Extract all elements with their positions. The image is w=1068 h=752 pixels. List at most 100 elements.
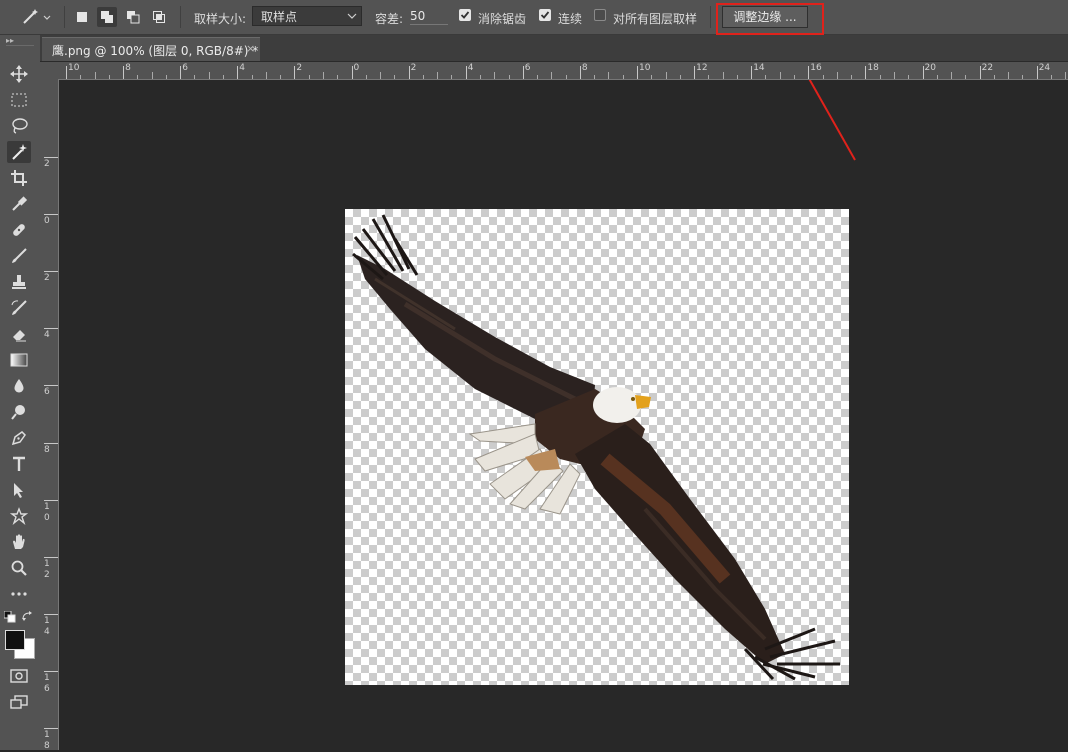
ruler-minor-tick	[265, 72, 267, 79]
ruler-tick-label: 8	[581, 63, 588, 73]
ruler-tick-label: 16	[810, 63, 822, 73]
marquee-tool-icon[interactable]	[7, 89, 31, 111]
crop-tool-icon[interactable]	[7, 167, 31, 189]
clone-stamp-tool-icon[interactable]	[7, 271, 31, 293]
close-tab-icon[interactable]: ×	[246, 42, 255, 55]
ruler-tick	[694, 66, 696, 79]
ruler-tick-label: 16	[44, 672, 50, 694]
ruler-tick	[408, 66, 410, 79]
new-selection-icon[interactable]	[72, 7, 92, 27]
ruler-minor-tick	[651, 75, 653, 79]
magic-wand-tool-preset-icon[interactable]	[20, 7, 54, 27]
blur-tool-icon[interactable]	[7, 375, 31, 397]
gradient-tool-icon[interactable]	[7, 349, 31, 371]
horizontal-ruler[interactable]: 10 8 6 4 2 0 2 4 6 8 10 12 14 16 18 20 22 24	[58, 62, 1068, 80]
tolerance-input[interactable]: 50	[410, 9, 448, 25]
document-tab[interactable]: 鹰.png @ 100% (图层 0, RGB/8#) * ×	[42, 37, 260, 61]
ruler-tick	[237, 66, 239, 79]
ruler-tick-label: 10	[44, 501, 50, 523]
ruler-tick-label: 24	[1038, 63, 1051, 73]
ruler-minor-tick	[622, 75, 624, 79]
ruler-minor-tick	[822, 75, 824, 79]
lasso-tool-icon[interactable]	[7, 115, 31, 137]
ruler-tick-label: 2	[44, 273, 50, 284]
anti-alias-checkbox[interactable]	[459, 9, 471, 21]
ruler-tick	[180, 66, 182, 79]
subtract-from-selection-icon[interactable]	[123, 7, 143, 27]
ruler-tick-label: 0	[353, 63, 360, 73]
screen-mode-icon[interactable]	[7, 691, 31, 713]
move-tool-icon[interactable]	[7, 63, 31, 85]
ruler-minor-tick	[565, 75, 567, 79]
quick-mask-icon[interactable]	[7, 665, 31, 687]
document-canvas[interactable]	[345, 209, 849, 685]
ruler-minor-tick	[280, 75, 282, 79]
ruler-minor-tick	[479, 75, 481, 79]
history-brush-tool-icon[interactable]	[7, 297, 31, 319]
zoom-tool-icon[interactable]	[7, 557, 31, 579]
ruler-tick-label: 4	[239, 63, 246, 73]
ruler-tick	[44, 728, 58, 729]
ruler-tick	[865, 66, 867, 79]
ruler-minor-tick	[608, 72, 610, 79]
ruler-minor-tick	[94, 72, 96, 79]
eraser-tool-icon[interactable]	[7, 323, 31, 345]
brush-tool-icon[interactable]	[7, 245, 31, 267]
hand-tool-icon[interactable]	[7, 531, 31, 553]
ruler-minor-tick	[908, 75, 910, 79]
ruler-tick-label: 2	[296, 63, 303, 73]
foreground-color-swatch[interactable]	[5, 630, 25, 650]
dodge-tool-icon[interactable]	[7, 401, 31, 423]
ruler-tick	[44, 499, 58, 501]
ruler-tick	[44, 613, 58, 615]
ruler-minor-tick	[165, 75, 167, 79]
ruler-minor-tick	[893, 72, 895, 79]
type-tool-icon[interactable]	[7, 453, 31, 475]
ruler-minor-tick	[1022, 75, 1024, 79]
ruler-minor-tick	[365, 75, 367, 79]
ruler-minor-tick	[665, 72, 667, 79]
document-tab-title: 鹰.png @ 100% (图层 0, RGB/8#) *	[52, 44, 259, 58]
magic-wand-tool-icon[interactable]	[7, 141, 31, 163]
contiguous-checkbox[interactable]	[539, 9, 551, 21]
sample-all-layers-checkbox[interactable]	[594, 9, 606, 21]
tools-panel: ▸▸	[0, 35, 41, 750]
ruler-tick-label: 6	[44, 387, 50, 398]
ruler-minor-tick	[679, 75, 681, 79]
intersect-selection-icon[interactable]	[149, 7, 169, 27]
ruler-minor-tick	[80, 75, 82, 79]
ruler-origin[interactable]	[40, 62, 58, 79]
vertical-ruler[interactable]: 2 0 2 4 6 8 10 12 14 16 18	[40, 79, 59, 751]
more-tools-icon[interactable]	[7, 583, 31, 605]
ruler-tick	[922, 66, 924, 79]
ruler-minor-tick	[1008, 72, 1010, 79]
ruler-tick	[979, 66, 981, 79]
ruler-minor-tick	[437, 72, 439, 79]
ruler-minor-tick	[223, 75, 225, 79]
chevron-down-icon	[347, 13, 357, 19]
ruler-minor-tick	[594, 75, 596, 79]
ruler-tick-label: 8	[44, 444, 50, 455]
ruler-tick	[44, 385, 58, 387]
ruler-minor-tick	[1065, 72, 1067, 79]
custom-shape-tool-icon[interactable]	[7, 505, 31, 527]
ruler-minor-tick	[108, 75, 110, 79]
eyedropper-tool-icon[interactable]	[7, 193, 31, 215]
tolerance-label: 容差:	[375, 12, 404, 26]
default-colors-icon[interactable]	[3, 610, 16, 626]
healing-brush-tool-icon[interactable]	[7, 219, 31, 241]
pen-tool-icon[interactable]	[7, 427, 31, 449]
swap-colors-icon[interactable]	[21, 610, 33, 625]
sample-size-select[interactable]: 取样点	[252, 6, 362, 26]
ruler-minor-tick	[851, 75, 853, 79]
ruler-minor-tick	[494, 72, 496, 79]
ruler-tick-label: 10	[639, 63, 651, 73]
ruler-tick-label: 18	[44, 730, 50, 751]
ruler-minor-tick	[251, 75, 253, 79]
ruler-minor-tick	[1050, 75, 1052, 79]
path-selection-tool-icon[interactable]	[7, 479, 31, 501]
ruler-tick-label: 6	[524, 63, 531, 73]
collapse-panel-icon[interactable]: ▸▸	[6, 36, 14, 45]
ruler-minor-tick	[551, 72, 553, 79]
add-to-selection-icon[interactable]	[97, 7, 117, 27]
